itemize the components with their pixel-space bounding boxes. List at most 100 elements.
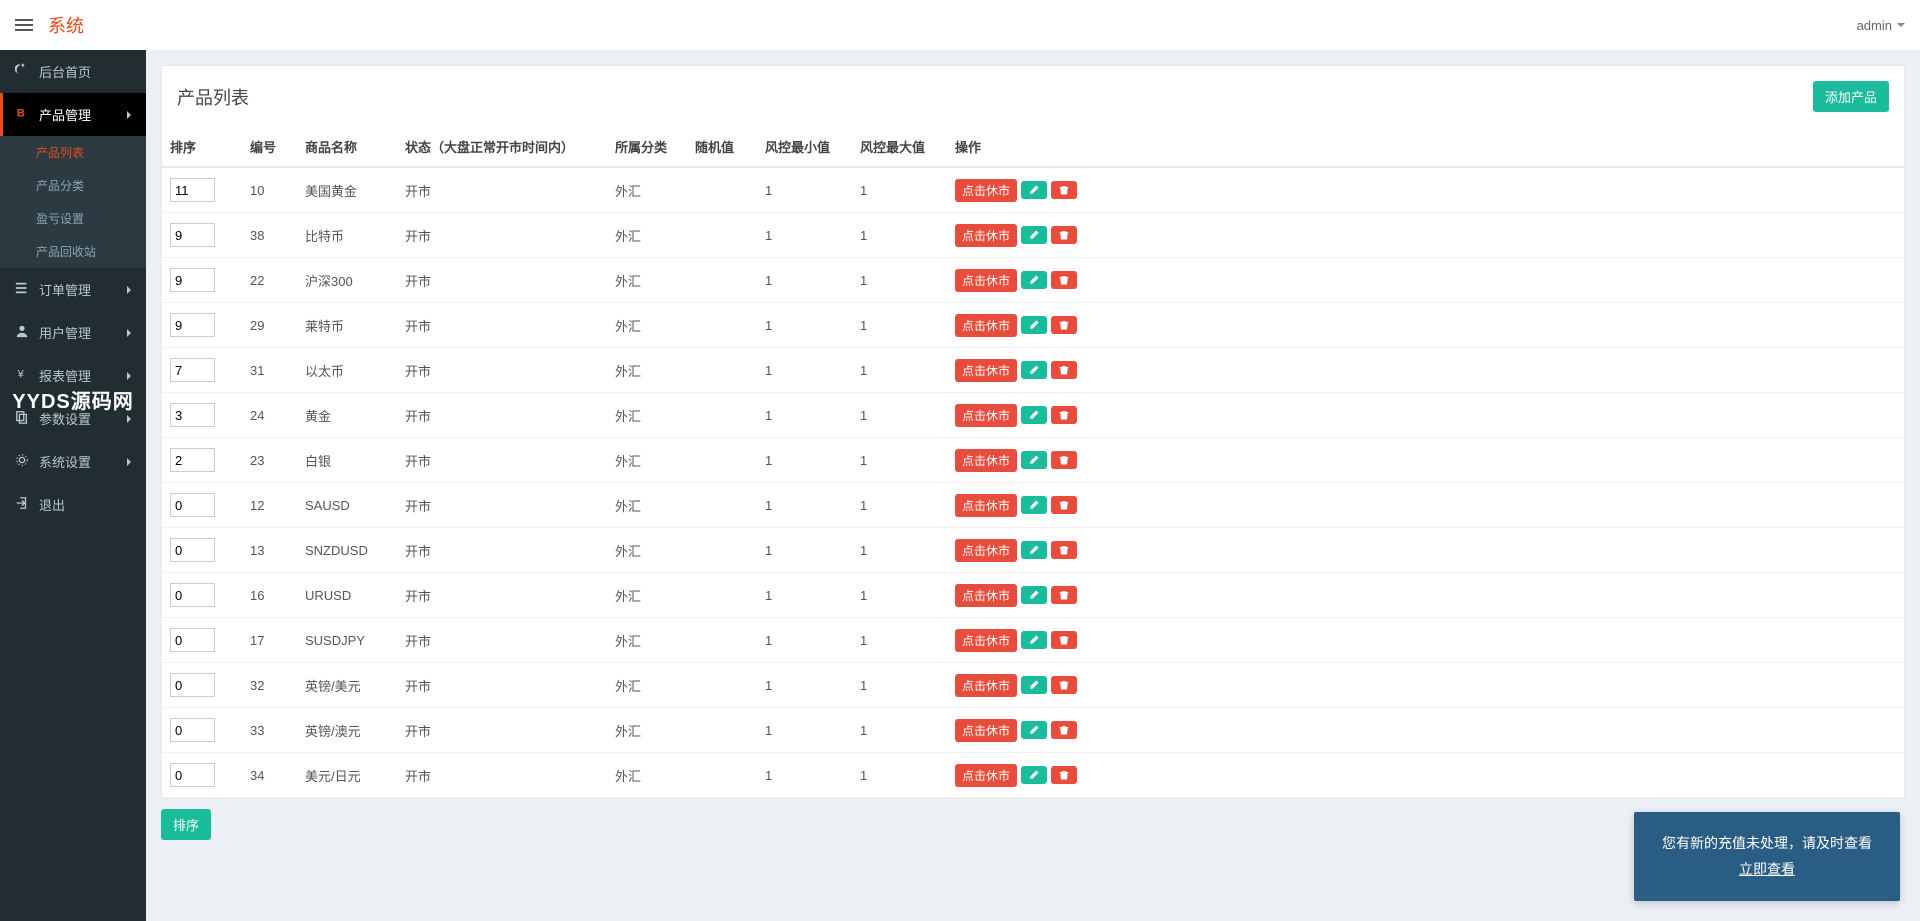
toast-link[interactable]: 立即查看 — [1662, 856, 1872, 883]
edit-button[interactable] — [1021, 541, 1047, 559]
sidebar-sub-item-2[interactable]: 盈亏设置 — [0, 202, 146, 235]
close-market-button[interactable]: 点击休市 — [955, 314, 1017, 337]
delete-button[interactable] — [1051, 361, 1077, 379]
delete-button[interactable] — [1051, 181, 1077, 199]
cell-name: 美国黄金 — [297, 167, 397, 213]
close-market-button[interactable]: 点击休市 — [955, 629, 1017, 652]
cell-min: 1 — [757, 303, 852, 348]
trash-icon — [1058, 769, 1070, 781]
add-product-button[interactable]: 添加产品 — [1813, 81, 1889, 112]
pencil-icon — [1028, 319, 1040, 331]
cell-max: 1 — [852, 258, 947, 303]
product-table: 排序编号商品名称状态（大盘正常开市时间内）所属分类随机值风控最小值风控最大值操作… — [162, 127, 1904, 798]
cell-max: 1 — [852, 618, 947, 663]
delete-button[interactable] — [1051, 766, 1077, 784]
delete-button[interactable] — [1051, 226, 1077, 244]
cell-max: 1 — [852, 753, 947, 798]
edit-button[interactable] — [1021, 676, 1047, 694]
cell-max: 1 — [852, 663, 947, 708]
product-panel: 产品列表 添加产品 排序编号商品名称状态（大盘正常开市时间内）所属分类随机值风控… — [161, 65, 1905, 799]
cell-min: 1 — [757, 213, 852, 258]
close-market-button[interactable]: 点击休市 — [955, 584, 1017, 607]
sidebar-item-0[interactable]: 后台首页 — [0, 50, 146, 93]
sort-input[interactable] — [170, 763, 215, 787]
sort-input[interactable] — [170, 178, 215, 202]
table-row: 33英镑/澳元开市外汇11点击休市 — [162, 708, 1904, 753]
edit-button[interactable] — [1021, 721, 1047, 739]
edit-button[interactable] — [1021, 316, 1047, 334]
delete-button[interactable] — [1051, 451, 1077, 469]
sort-input[interactable] — [170, 268, 215, 292]
sort-input[interactable] — [170, 448, 215, 472]
topbar: 系统 admin — [0, 0, 1920, 50]
delete-button[interactable] — [1051, 316, 1077, 334]
close-market-button[interactable]: 点击休市 — [955, 719, 1017, 742]
cell-max: 1 — [852, 438, 947, 483]
sidebar-item-2[interactable]: 订单管理 — [0, 268, 146, 311]
menu-toggle-icon[interactable] — [15, 19, 33, 31]
sort-input[interactable] — [170, 358, 215, 382]
sort-input[interactable] — [170, 313, 215, 337]
delete-button[interactable] — [1051, 586, 1077, 604]
edit-button[interactable] — [1021, 361, 1047, 379]
sidebar-sub-item-3[interactable]: 产品回收站 — [0, 235, 146, 268]
sidebar-sub-item-0[interactable]: 产品列表 — [0, 136, 146, 169]
edit-button[interactable] — [1021, 181, 1047, 199]
sort-input[interactable] — [170, 628, 215, 652]
edit-button[interactable] — [1021, 226, 1047, 244]
user-menu[interactable]: admin — [1857, 18, 1905, 33]
sort-input[interactable] — [170, 583, 215, 607]
sidebar-item-3[interactable]: 用户管理 — [0, 311, 146, 354]
sort-input[interactable] — [170, 223, 215, 247]
table-row: 24黄金开市外汇11点击休市 — [162, 393, 1904, 438]
sort-input[interactable] — [170, 493, 215, 517]
close-market-button[interactable]: 点击休市 — [955, 224, 1017, 247]
cogs-icon — [15, 453, 29, 470]
trash-icon — [1058, 634, 1070, 646]
col-header: 随机值 — [687, 127, 757, 167]
sidebar-submenu: 产品列表产品分类盈亏设置产品回收站 — [0, 136, 146, 268]
sidebar-item-5[interactable]: 参数设置 — [0, 397, 146, 440]
sort-input[interactable] — [170, 403, 215, 427]
sort-input[interactable] — [170, 538, 215, 562]
close-market-button[interactable]: 点击休市 — [955, 494, 1017, 517]
edit-button[interactable] — [1021, 586, 1047, 604]
close-market-button[interactable]: 点击休市 — [955, 449, 1017, 472]
edit-button[interactable] — [1021, 766, 1047, 784]
edit-button[interactable] — [1021, 496, 1047, 514]
sort-input[interactable] — [170, 718, 215, 742]
edit-button[interactable] — [1021, 271, 1047, 289]
delete-button[interactable] — [1051, 271, 1077, 289]
trash-icon — [1058, 589, 1070, 601]
close-market-button[interactable]: 点击休市 — [955, 179, 1017, 202]
close-market-button[interactable]: 点击休市 — [955, 404, 1017, 427]
cell-id: 31 — [242, 348, 297, 393]
cell-max: 1 — [852, 708, 947, 753]
sidebar-item-4[interactable]: ¥报表管理 — [0, 354, 146, 397]
delete-button[interactable] — [1051, 721, 1077, 739]
close-market-button[interactable]: 点击休市 — [955, 539, 1017, 562]
delete-button[interactable] — [1051, 406, 1077, 424]
sidebar-item-7[interactable]: 退出 — [0, 483, 146, 526]
close-market-button[interactable]: 点击休市 — [955, 674, 1017, 697]
trash-icon — [1058, 184, 1070, 196]
edit-button[interactable] — [1021, 631, 1047, 649]
cell-name: 英镑/澳元 — [297, 708, 397, 753]
sidebar-sub-item-1[interactable]: 产品分类 — [0, 169, 146, 202]
delete-button[interactable] — [1051, 496, 1077, 514]
table-row: 13SNZDUSD开市外汇11点击休市 — [162, 528, 1904, 573]
close-market-button[interactable]: 点击休市 — [955, 764, 1017, 787]
delete-button[interactable] — [1051, 631, 1077, 649]
delete-button[interactable] — [1051, 676, 1077, 694]
delete-button[interactable] — [1051, 541, 1077, 559]
cell-min: 1 — [757, 258, 852, 303]
sidebar-item-6[interactable]: 系统设置 — [0, 440, 146, 483]
close-market-button[interactable]: 点击休市 — [955, 359, 1017, 382]
edit-button[interactable] — [1021, 406, 1047, 424]
edit-button[interactable] — [1021, 451, 1047, 469]
close-market-button[interactable]: 点击休市 — [955, 269, 1017, 292]
sort-button[interactable]: 排序 — [161, 809, 211, 840]
sort-input[interactable] — [170, 673, 215, 697]
sidebar-item-1[interactable]: B产品管理 — [0, 93, 146, 136]
cell-random — [687, 393, 757, 438]
